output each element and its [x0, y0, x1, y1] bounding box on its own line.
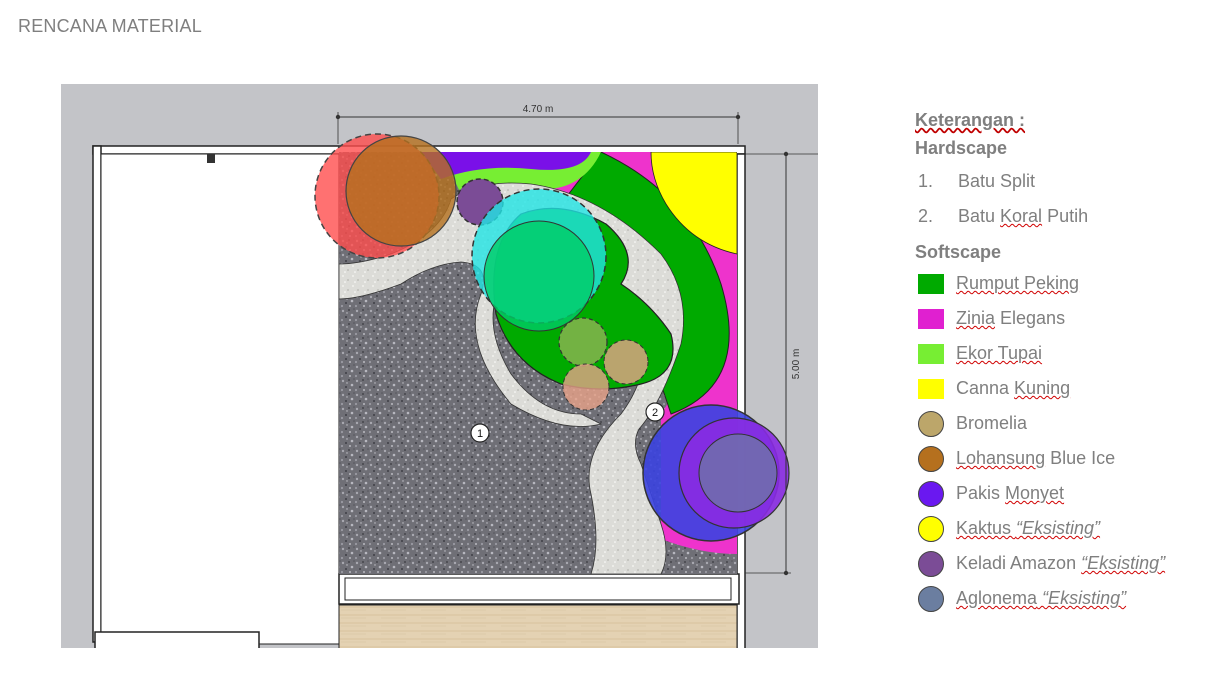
softscape-list: Rumput Peking Zinia Elegans Ekor Tupai Cann… — [915, 266, 1205, 616]
hardscape-number: 1. — [918, 171, 934, 191]
bromelia-plant-2 — [603, 339, 649, 385]
hardscape-item-2: 2. Batu Koral Putih — [915, 199, 1205, 234]
lohansung-plant — [345, 135, 457, 247]
marker-2: 2 — [645, 402, 665, 422]
softscape-label: Bromelia — [956, 413, 1028, 433]
legend-circle-swatch — [918, 445, 944, 472]
legend-square-swatch — [918, 378, 944, 399]
softscape-title: Softscape — [915, 242, 1002, 262]
softscape-label: Ekor Tupai — [956, 343, 1043, 363]
aglonema-plant — [698, 433, 778, 513]
softscape-item: Kaktus “Eksisting” — [915, 511, 1205, 546]
hardscape-item-1: 1. Batu Split — [915, 164, 1205, 199]
marker-1: 1 — [470, 423, 490, 443]
page-title: RENCANA MATERIAL — [18, 16, 202, 36]
pool-green-circle — [483, 220, 595, 332]
softscape-item: Pakis Monyet — [915, 476, 1205, 511]
softscape-label: Zinia Elegans — [956, 308, 1066, 328]
hardscape-label: Batu Koral Putih — [958, 206, 1089, 226]
bromelia-plant — [558, 317, 608, 367]
softscape-item: Keladi Amazon “Eksisting” — [915, 546, 1205, 581]
softscape-item: Bromelia — [915, 406, 1205, 441]
softscape-item: Ekor Tupai — [915, 336, 1205, 371]
svg-text:1: 1 — [477, 428, 483, 440]
site-plan: 1 2 4.70 m 5.00 m — [61, 84, 818, 648]
legend-square-swatch — [918, 273, 944, 294]
softscape-label: Aglonema “Eksisting” — [956, 588, 1127, 608]
legend-heading: Keterangan : — [915, 110, 1026, 130]
softscape-label: Keladi Amazon “Eksisting” — [956, 553, 1166, 573]
softscape-item: Canna Kuning — [915, 371, 1205, 406]
softscape-label: Rumput Peking — [956, 273, 1080, 293]
legend: Keterangan : Hardscape 1. Batu Split 2. … — [915, 106, 1205, 616]
softscape-label: Pakis Monyet — [956, 483, 1065, 503]
legend-square-swatch — [918, 308, 944, 329]
legend-circle-swatch — [918, 515, 944, 542]
hardscape-label: Batu Split — [958, 171, 1036, 191]
softscape-label: Canna Kuning — [956, 378, 1071, 398]
softscape-item: Aglonema “Eksisting” — [915, 581, 1205, 616]
legend-circle-swatch — [918, 550, 944, 577]
softscape-item: Lohansung Blue Ice — [915, 441, 1205, 476]
legend-circle-swatch — [918, 585, 944, 612]
softscape-label: Lohansung Blue Ice — [956, 448, 1116, 468]
legend-square-swatch — [918, 343, 944, 364]
svg-text:4.70 m: 4.70 m — [523, 104, 554, 115]
svg-text:5.00 m: 5.00 m — [791, 349, 802, 380]
softscape-label: Kaktus “Eksisting” — [956, 518, 1101, 538]
legend-circle-swatch — [918, 480, 944, 507]
bromelia-plant-3 — [562, 363, 610, 411]
legend-circle-swatch — [918, 410, 944, 437]
hardscape-number: 2. — [918, 206, 934, 226]
hardscape-title: Hardscape — [915, 138, 1008, 158]
softscape-item: Zinia Elegans — [915, 301, 1205, 336]
softscape-item: Rumput Peking — [915, 266, 1205, 301]
svg-text:2: 2 — [652, 407, 658, 419]
